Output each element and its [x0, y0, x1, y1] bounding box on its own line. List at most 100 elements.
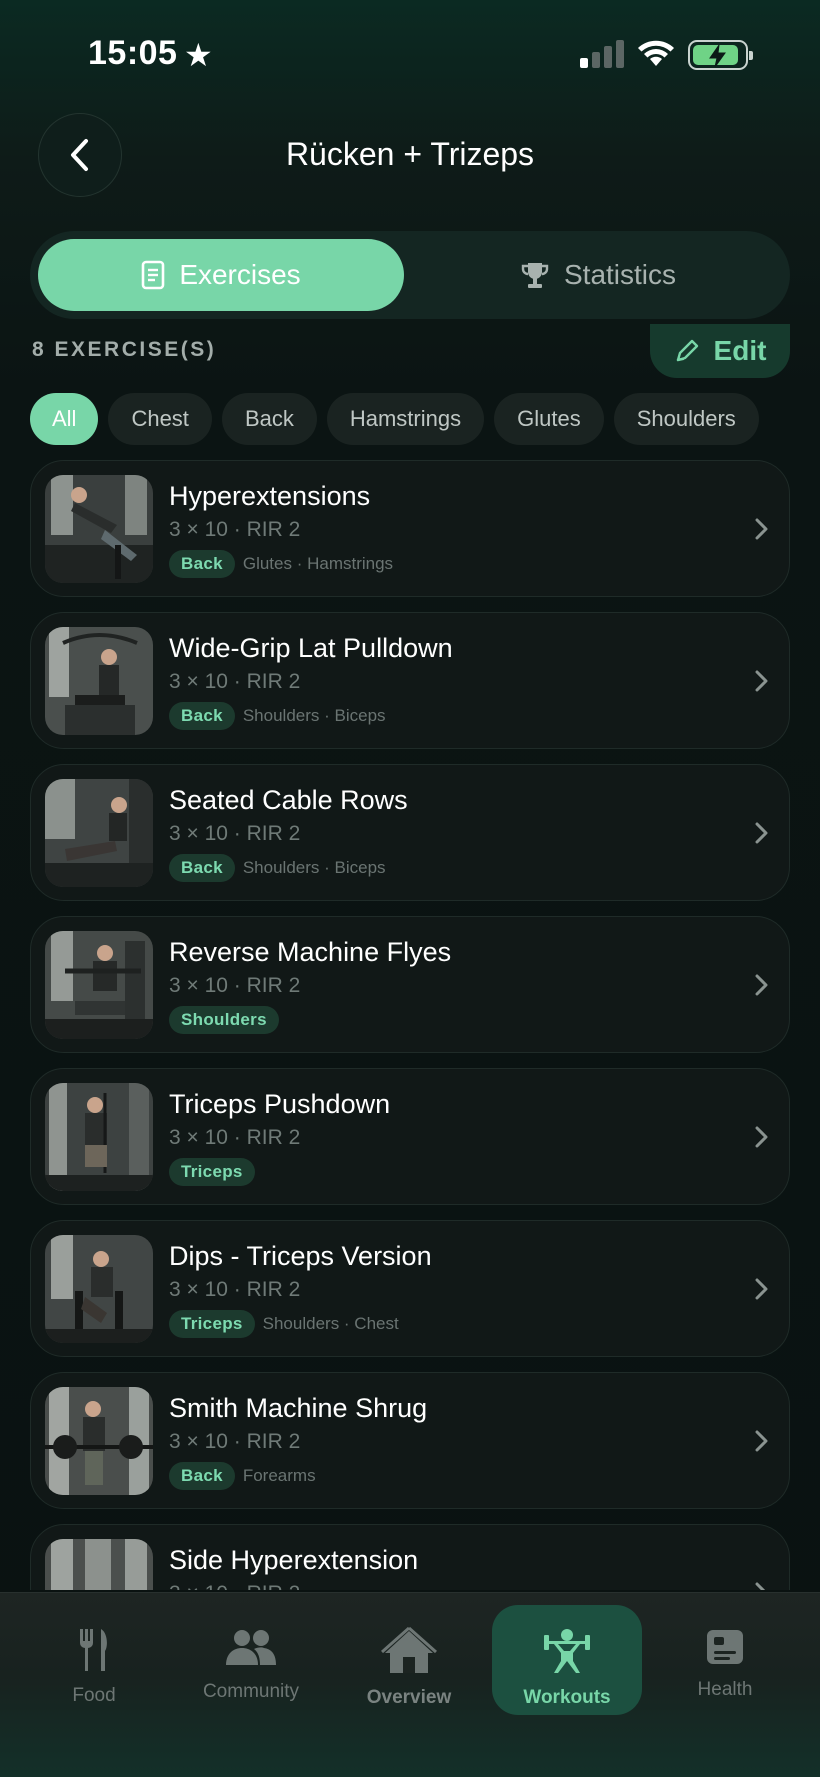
primary-muscle-tag: Back — [169, 550, 235, 578]
primary-muscle-tag: Back — [169, 854, 235, 882]
secondary-muscles: Forearms — [242, 1466, 316, 1485]
secondary-muscles: Glutes · Hamstrings — [242, 554, 394, 573]
status-time: 15:05 — [88, 34, 178, 72]
tab-exercises-label: Exercises — [179, 259, 301, 290]
chevron-right-icon — [755, 822, 768, 844]
muscle-filter-chips: All Chest Back Hamstrings Glutes Shoulders — [30, 393, 790, 447]
muscle-tags: Shoulders — [169, 1006, 287, 1034]
exercise-card[interactable]: Side Hyperextension 3 × 10 · RIR 2 — [30, 1524, 790, 1590]
primary-muscle-tag: Triceps — [169, 1310, 255, 1338]
exercise-card[interactable]: Reverse Machine Flyes 3 × 10 · RIR 2 Sho… — [30, 916, 790, 1053]
exercise-sets: 3 × 10 · RIR 2 — [169, 974, 301, 997]
tab-workouts-label: Workouts — [523, 1687, 611, 1708]
exercise-sets: 3 × 10 · RIR 2 — [169, 518, 301, 541]
exercise-name: Reverse Machine Flyes — [169, 937, 452, 967]
people-icon — [226, 1630, 276, 1665]
filter-chip-all[interactable]: All — [30, 393, 99, 445]
exercise-thumbnail — [45, 1387, 153, 1495]
chevron-right-icon — [755, 1582, 766, 1590]
exercise-card[interactable]: Dips - Triceps Version 3 × 10 · RIR 2 Tr… — [30, 1220, 790, 1357]
secondary-muscles: Shoulders · Biceps — [242, 858, 386, 877]
bottom-tab-bar: Food Community Overview Workouts Health — [0, 1592, 820, 1777]
filter-chip-back[interactable]: Back — [221, 393, 317, 445]
exercise-card[interactable]: Hyperextensions 3 × 10 · RIR 2 Back Glut… — [30, 460, 790, 597]
muscle-tags: Triceps — [169, 1158, 263, 1186]
exercise-name: Wide-Grip Lat Pulldown — [169, 633, 453, 663]
tab-overview-label: Overview — [366, 1687, 452, 1708]
health-card-icon — [707, 1630, 743, 1664]
exercise-sets: 3 × 10 · RIR 2 — [169, 1126, 301, 1149]
exercise-list: Hyperextensions 3 × 10 · RIR 2 Back Glut… — [30, 460, 790, 1590]
tab-community[interactable]: Community — [176, 1605, 326, 1715]
exercise-name: Dips - Triceps Version — [169, 1241, 432, 1271]
filter-chip-shoulders[interactable]: Shoulders — [613, 393, 759, 445]
star-icon: ★ — [184, 37, 213, 73]
fork-knife-icon — [80, 1629, 107, 1671]
filter-chip-chest[interactable]: Chest — [108, 393, 212, 445]
edit-button-label: Edit — [713, 335, 767, 366]
secondary-muscles: Shoulders · Biceps — [242, 706, 386, 725]
muscle-tags: Back Forearms — [169, 1462, 316, 1490]
exercise-sets: 3 × 10 · RIR 2 — [169, 1430, 301, 1453]
pencil-icon — [676, 339, 698, 362]
trophy-icon — [521, 263, 549, 288]
exercise-name: Triceps Pushdown — [169, 1089, 391, 1119]
tab-community-label: Community — [202, 1681, 300, 1702]
weightlifter-icon — [544, 1629, 590, 1673]
chevron-right-icon — [755, 1278, 768, 1300]
exercise-card[interactable]: Wide-Grip Lat Pulldown 3 × 10 · RIR 2 Ba… — [30, 612, 790, 749]
tab-food-label: Food — [72, 1685, 116, 1706]
exercise-name: Smith Machine Shrug — [169, 1393, 428, 1423]
exercise-card[interactable]: Smith Machine Shrug 3 × 10 · RIR 2 Back … — [30, 1372, 790, 1509]
exercise-name: Hyperextensions — [169, 481, 371, 511]
house-icon — [381, 1627, 437, 1673]
secondary-muscles: Shoulders · Chest — [262, 1314, 399, 1333]
wifi-icon — [638, 40, 674, 66]
muscle-tags: Triceps Shoulders · Chest — [169, 1310, 399, 1338]
primary-muscle-tag: Back — [169, 1462, 235, 1490]
exercise-thumbnail — [45, 779, 153, 887]
muscle-tags: Back Shoulders · Biceps — [169, 854, 386, 882]
exercise-thumbnail — [45, 1539, 153, 1590]
exercise-count-label: 8 EXERCISE(S) — [32, 338, 217, 361]
exercise-thumbnail — [45, 1083, 153, 1191]
filter-chip-glutes[interactable]: Glutes — [494, 393, 604, 445]
chevron-right-icon — [755, 670, 768, 692]
tab-statistics[interactable]: Statistics — [414, 239, 782, 311]
exercise-card[interactable]: Triceps Pushdown 3 × 10 · RIR 2 Triceps — [30, 1068, 790, 1205]
battery-icon — [688, 40, 753, 70]
exercise-sets: 3 × 10 · RIR 2 — [169, 1582, 300, 1590]
chevron-right-icon — [755, 518, 768, 540]
tab-statistics-label: Statistics — [563, 259, 677, 290]
tab-overview[interactable]: Overview — [334, 1605, 484, 1715]
exercise-sets: 3 × 10 · RIR 2 — [169, 1278, 301, 1301]
primary-muscle-tag: Back — [169, 702, 235, 730]
exercise-thumbnail — [45, 931, 153, 1039]
page-title: Rücken + Trizeps — [285, 136, 535, 172]
tab-workouts[interactable]: Workouts — [492, 1605, 642, 1715]
status-bar: 15:05 ★ — [0, 0, 820, 110]
exercise-thumbnail — [45, 475, 153, 583]
document-icon — [142, 260, 165, 290]
exercise-name: Seated Cable Rows — [169, 785, 408, 815]
exercise-thumbnail — [45, 627, 153, 735]
exercise-thumbnail — [45, 1235, 153, 1343]
muscle-tags: Back Shoulders · Biceps — [169, 702, 386, 730]
exercise-card[interactable]: Seated Cable Rows 3 × 10 · RIR 2 Back Sh… — [30, 764, 790, 901]
exercise-sets: 3 × 10 · RIR 2 — [169, 822, 301, 845]
tab-food[interactable]: Food — [19, 1605, 169, 1715]
exercise-sets: 3 × 10 · RIR 2 — [169, 670, 301, 693]
primary-muscle-tag: Triceps — [169, 1158, 255, 1186]
cellular-signal-icon — [580, 40, 626, 68]
segmented-control: Exercises Statistics — [30, 231, 790, 319]
chevron-right-icon — [755, 1126, 768, 1148]
exercise-name: Side Hyperextension — [169, 1545, 419, 1575]
chevron-right-icon — [755, 974, 768, 996]
tab-health[interactable]: Health — [650, 1605, 800, 1715]
tab-exercises[interactable]: Exercises — [38, 239, 404, 311]
tab-health-label: Health — [697, 1679, 753, 1700]
muscle-tags: Back Glutes · Hamstrings — [169, 550, 393, 578]
edit-button[interactable]: Edit — [650, 324, 790, 378]
primary-muscle-tag: Shoulders — [169, 1006, 279, 1034]
filter-chip-hamstrings[interactable]: Hamstrings — [326, 393, 485, 445]
